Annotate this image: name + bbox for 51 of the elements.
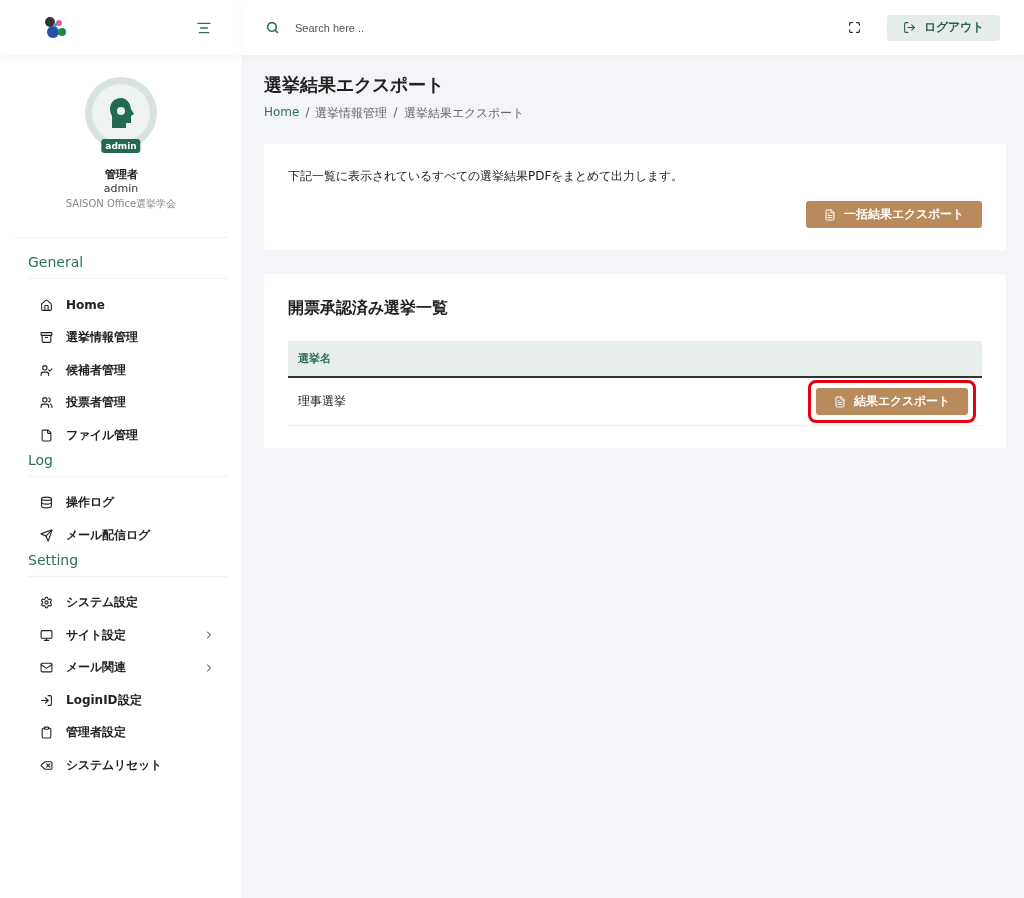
nav-icon — [40, 596, 53, 610]
nav-item[interactable]: サイト設定 — [28, 619, 215, 652]
table-cell: 理事選挙 — [298, 393, 346, 410]
description-text: 下記一覧に表示されているすべての選挙結果PDFをまとめて出力します。 — [288, 168, 685, 185]
organization-name: SAISON Office選挙学会 — [65, 197, 177, 211]
nav-item[interactable]: システム設定 — [28, 586, 215, 619]
nav-icon — [40, 363, 53, 377]
fullscreen-icon[interactable] — [848, 21, 861, 34]
nav-icon — [40, 661, 53, 675]
nav-item[interactable]: 選挙情報管理 — [28, 321, 215, 354]
nav-item[interactable]: 操作ログ — [28, 486, 215, 519]
section-title: Log — [28, 451, 227, 477]
nav-item[interactable]: Home — [28, 289, 215, 322]
breadcrumb-item: 選挙結果エクスポート — [403, 105, 524, 122]
nav-item[interactable]: 投票者管理 — [28, 386, 215, 419]
column-header: 選挙名 — [288, 341, 982, 378]
nav-icon — [40, 726, 53, 740]
nav-icon — [40, 396, 53, 410]
nav-item[interactable]: システムリセット — [28, 749, 215, 782]
pdf-file-icon — [824, 208, 836, 221]
nav-item[interactable]: 管理者設定 — [28, 716, 215, 749]
breadcrumb-link[interactable]: Home — [264, 105, 300, 122]
nav-icon — [40, 298, 53, 312]
search-icon — [266, 21, 279, 34]
pdf-file-icon — [834, 395, 846, 408]
nav-icon — [40, 428, 53, 442]
breadcrumb-separator: / — [305, 105, 310, 121]
breadcrumb-item[interactable]: 選挙情報管理 — [315, 105, 388, 122]
nav-item[interactable]: メール関連 — [28, 651, 215, 684]
nav-item[interactable]: ファイル管理 — [28, 419, 215, 452]
section-title: General — [28, 254, 227, 279]
role-badge: admin — [101, 139, 141, 153]
search-field[interactable]: Search here .. — [293, 20, 834, 35]
card-title: 開票承認済み選挙一覧 — [288, 298, 449, 319]
role-name: 管理者 — [104, 167, 138, 182]
logo-icon — [44, 16, 68, 39]
logout-button[interactable]: ログアウト — [887, 14, 1000, 41]
nav-icon — [40, 758, 53, 772]
nav-icon — [40, 528, 53, 542]
nav-item[interactable]: メール配信ログ — [28, 519, 215, 552]
section-title: Setting — [28, 551, 227, 577]
nav-item[interactable]: LoginID設定 — [28, 684, 215, 717]
username: admin — [103, 182, 139, 195]
nav-icon — [40, 693, 53, 707]
nav-icon — [40, 628, 53, 642]
nav-icon — [40, 496, 53, 510]
logout-icon — [903, 21, 916, 34]
breadcrumb-separator: / — [393, 105, 398, 121]
nav-item[interactable]: 候補者管理 — [28, 354, 215, 387]
nav-icon — [40, 331, 53, 345]
page-title: 選挙結果エクスポート — [264, 73, 445, 97]
